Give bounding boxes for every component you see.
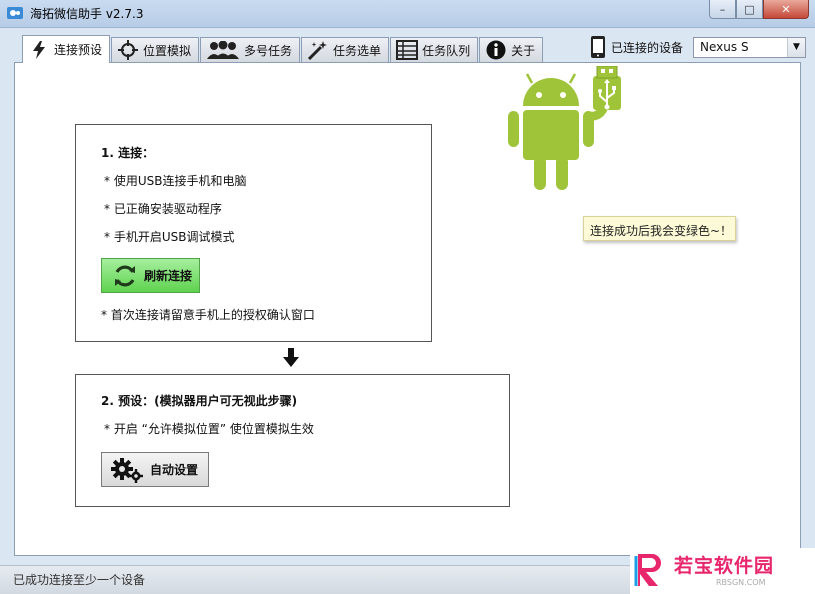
minimize-button[interactable]: –	[709, 0, 736, 19]
maximize-button[interactable]: □	[736, 0, 763, 19]
refresh-icon	[115, 265, 135, 286]
connection-tooltip: 连接成功后我会变绿色~！	[583, 216, 736, 241]
tab-location-simulation[interactable]: 位置模拟	[111, 37, 200, 62]
android-usb-illustration	[508, 66, 621, 190]
step1-item: * 使用USB连接手机和电脑	[104, 174, 247, 188]
close-button[interactable]: ✕	[763, 0, 809, 19]
tab-label: 任务队列	[422, 43, 471, 58]
tab-label: 位置模拟	[143, 43, 192, 58]
magic-wand-icon	[307, 40, 329, 60]
tab-multi-account-tasks[interactable]: 多号任务	[200, 37, 301, 62]
watermark-text: 若宝软件园	[674, 555, 775, 577]
lightning-icon	[28, 40, 50, 60]
info-icon	[485, 40, 507, 60]
step1-item: * 手机开启USB调试模式	[104, 230, 235, 244]
device-label: 已连接的设备	[611, 40, 684, 55]
tab-label: 连接预设	[54, 43, 103, 57]
phone-icon	[591, 36, 605, 58]
step1-item: * 已正确安装驱动程序	[104, 202, 222, 216]
tab-label: 多号任务	[244, 43, 293, 58]
grid-icon	[396, 40, 419, 60]
window-title: 海拓微信助手 v2.7.3	[30, 7, 144, 21]
tab-task-queue[interactable]: 任务队列	[390, 37, 479, 62]
device-selected-value: Nexus S	[700, 39, 749, 54]
arrow-down-icon	[283, 348, 299, 367]
watermark-subtext: RBSGN.COM	[716, 578, 766, 587]
tab-label: 关于	[511, 43, 536, 58]
refresh-button-label: 刷新连接	[144, 269, 193, 283]
tab-label: 任务选单	[333, 43, 382, 58]
tab-about[interactable]: 关于	[479, 37, 544, 62]
step1-title: 1. 连接：	[101, 146, 155, 160]
step2-box: 2. 预设：(模拟器用户可无视此步骤) * 开启 “允许模拟位置” 使位置模拟生…	[75, 374, 510, 507]
status-text: 已成功连接至少一个设备	[13, 573, 146, 587]
users-icon	[206, 40, 240, 60]
step1-box: 1. 连接： * 使用USB连接手机和电脑 * 已正确安装驱动程序 * 手机开启…	[75, 124, 432, 342]
device-area: 已连接的设备 Nexus S ▼	[590, 35, 807, 59]
refresh-connection-button[interactable]: 刷新连接	[101, 258, 200, 293]
main-panel: 1. 连接： * 使用USB连接手机和电脑 * 已正确安装驱动程序 * 手机开启…	[14, 62, 801, 556]
app-icon	[7, 7, 23, 19]
auto-setup-button-label: 自动设置	[150, 463, 199, 477]
tab-task-menu[interactable]: 任务选单	[301, 37, 390, 62]
gears-icon	[111, 457, 143, 483]
step2-item: * 开启 “允许模拟位置” 使位置模拟生效	[104, 422, 314, 436]
watermark: 若宝软件园 RBSGN.COM	[630, 548, 815, 594]
step1-note: * 首次连接请留意手机上的授权确认窗口	[101, 308, 315, 322]
tab-bar: 连接预设 位置模拟 多号任务 任务选单 任务队列 关于	[22, 35, 544, 63]
watermark-logo-icon	[634, 554, 661, 586]
crosshair-icon	[117, 40, 139, 60]
tab-connection-preset[interactable]: 连接预设	[22, 35, 111, 63]
step2-title: 2. 预设：(模拟器用户可无视此步骤)	[101, 394, 298, 408]
title-bar: 海拓微信助手 v2.7.3 – □ ✕	[0, 0, 815, 28]
auto-setup-button[interactable]: 自动设置	[101, 452, 209, 487]
device-dropdown[interactable]: Nexus S ▼	[693, 36, 807, 58]
chevron-down-icon[interactable]: ▼	[787, 37, 806, 57]
